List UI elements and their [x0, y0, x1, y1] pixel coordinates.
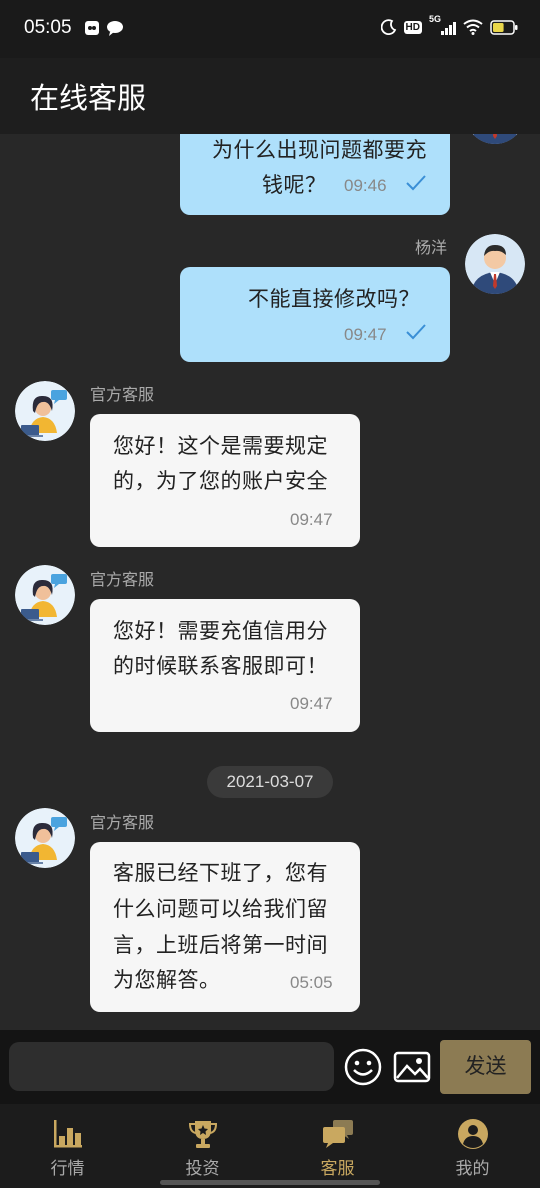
chat-message-list[interactable]: 为什么出现问题都要充 钱呢？ 09:46 杨洋 不能直接修改吗？ 09:47 官… [0, 134, 540, 1030]
nav-label: 客服 [320, 1159, 355, 1179]
message-notification-icon [107, 21, 123, 36]
bar-chart-icon [53, 1120, 82, 1148]
outgoing-message-bubble[interactable]: 不能直接修改吗？ 09:47 [180, 267, 450, 362]
image-picker-icon[interactable] [392, 1047, 432, 1087]
user-avatar [465, 234, 525, 294]
nav-item-invest[interactable]: 投资 [135, 1104, 270, 1188]
page-title: 在线客服 [30, 81, 147, 115]
agent-avatar [15, 381, 75, 441]
agent-avatar [15, 565, 75, 625]
home-indicator [160, 1180, 380, 1185]
nav-label: 行情 [50, 1159, 85, 1179]
outgoing-message-bubble[interactable]: 为什么出现问题都要充 钱呢？ 09:46 [180, 134, 450, 215]
battery-icon [490, 19, 518, 35]
sender-name: 官方客服 [90, 570, 155, 589]
nav-label: 投资 [185, 1159, 220, 1179]
message-time: 09:47 [290, 510, 333, 529]
chat-bubbles-icon [322, 1120, 353, 1148]
message-time: 05:05 [290, 973, 333, 992]
agent-avatar [15, 808, 75, 868]
message-text: 您好！需要充值信用分 [113, 619, 328, 643]
message-time: 09:46 [344, 176, 387, 195]
trophy-icon [188, 1121, 217, 1148]
bottom-navigation: 行情 投资 客服 我的 [0, 1104, 540, 1188]
top-app-bar: 在线客服 [0, 58, 540, 134]
message-text: 不能直接修改吗？ [248, 287, 420, 311]
message-text: 钱呢？ [262, 173, 327, 197]
message-input-bar: 发送 [0, 1030, 540, 1104]
nav-item-market[interactable]: 行情 [0, 1104, 135, 1188]
read-check-icon [406, 175, 426, 191]
user-avatar [465, 134, 525, 144]
nav-item-service[interactable]: 客服 [270, 1104, 405, 1188]
nav-item-profile[interactable]: 我的 [405, 1104, 540, 1188]
message-text: 为您解答。 [113, 968, 221, 992]
nav-label: 我的 [455, 1159, 490, 1179]
read-check-icon [406, 324, 426, 340]
incoming-message-bubble[interactable]: 您好！需要充值信用分 的时候联系客服即可！ 09:47 [90, 599, 360, 732]
message-text: 的时候联系客服即可！ [113, 654, 328, 678]
message-text: 什么问题可以给我们留 [113, 897, 328, 921]
wifi-icon [463, 19, 483, 35]
message-time: 09:47 [290, 694, 333, 713]
user-icon [457, 1119, 488, 1149]
signal-icon: 5G [429, 14, 456, 35]
message-text: 客服已经下班了，您有 [113, 861, 328, 885]
sender-name: 官方客服 [90, 813, 155, 832]
hd-badge: HD [403, 20, 422, 34]
message-text: 您好！这个是需要规定 [113, 434, 328, 458]
message-text: 为什么出现问题都要充 [212, 138, 427, 162]
moon-icon [380, 19, 396, 35]
app-notification-icon [85, 21, 99, 35]
sender-name: 官方客服 [90, 385, 155, 404]
status-bar: 05:05 HD 5G [0, 0, 540, 58]
sender-name: 杨洋 [415, 238, 448, 257]
message-text: 的，为了您的账户安全 [113, 469, 328, 493]
date-separator: 2021-03-07 [207, 766, 333, 798]
incoming-message-bubble[interactable]: 您好！这个是需要规定 的，为了您的账户安全 09:47 [90, 414, 360, 547]
message-time: 09:47 [344, 325, 387, 344]
status-time: 05:05 [24, 17, 72, 38]
message-input[interactable] [9, 1042, 334, 1091]
send-button[interactable]: 发送 [440, 1040, 531, 1094]
message-text: 言，上班后将第一时间 [113, 933, 328, 957]
incoming-message-bubble[interactable]: 客服已经下班了，您有 什么问题可以给我们留 言，上班后将第一时间 为您解答。 0… [90, 842, 360, 1012]
emoji-icon[interactable] [343, 1047, 383, 1087]
